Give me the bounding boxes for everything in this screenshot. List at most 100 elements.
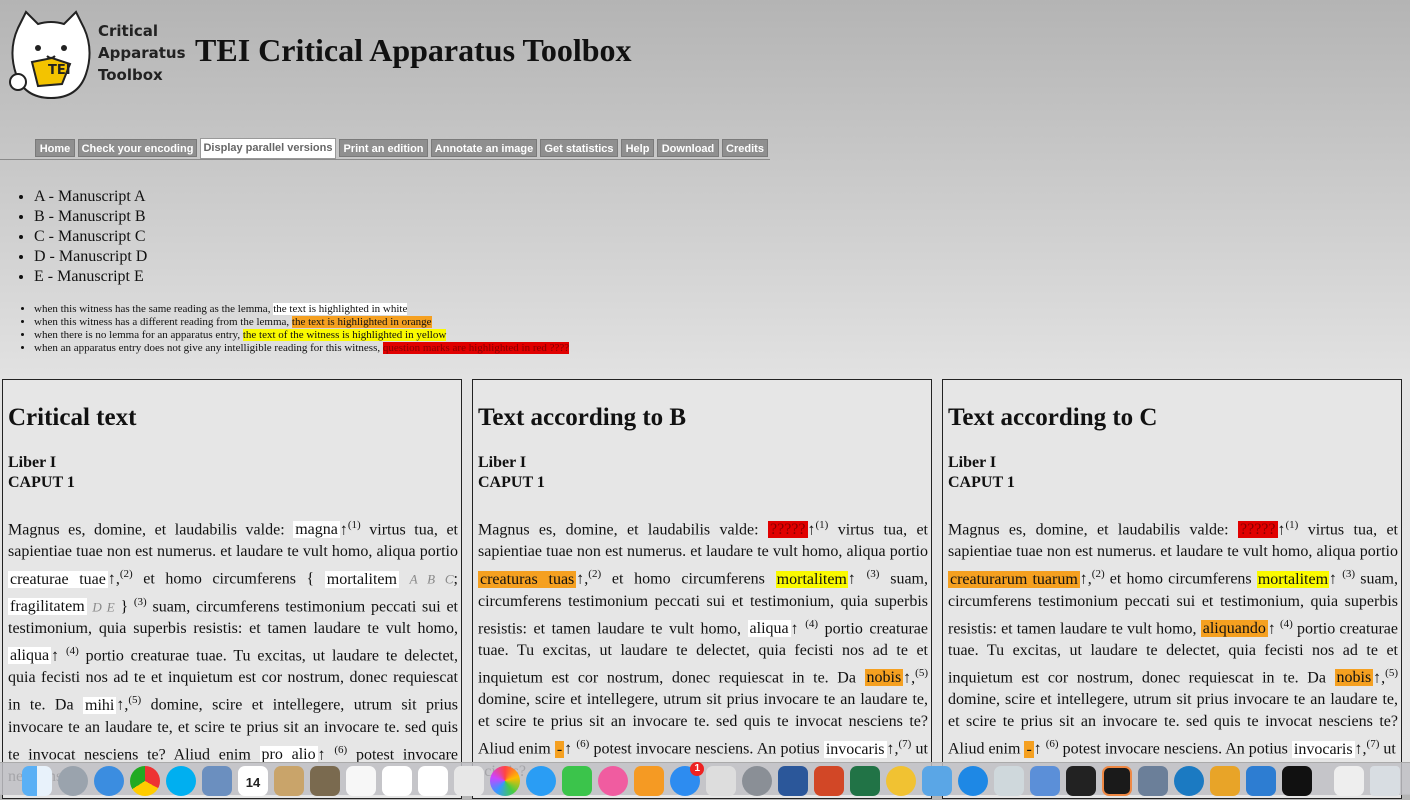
- tei-logo[interactable]: TEI Critical Apparatus Toolbox: [8, 10, 186, 102]
- legend-text: when there is no lemma for an apparatus …: [34, 329, 243, 341]
- tab-get-statistics[interactable]: Get statistics: [540, 139, 618, 157]
- footnote-ref[interactable]: (4): [1280, 618, 1293, 630]
- reading-aliqua[interactable]: aliqua: [747, 619, 791, 637]
- panel-text: Magnus es, domine, et laudabilis valde: …: [478, 514, 928, 783]
- excel-icon[interactable]: [850, 766, 880, 796]
- reading-invocaris[interactable]: invocaris: [823, 740, 887, 758]
- notification-badge: 1: [690, 762, 704, 776]
- footnote-ref[interactable]: (4): [66, 645, 79, 657]
- tab-print-edition[interactable]: Print an edition: [339, 139, 428, 157]
- screenshot-icon[interactable]: [1138, 766, 1168, 796]
- footnote-ref[interactable]: (7): [899, 738, 912, 750]
- reading-mortalitem[interactable]: mortalitem: [1256, 570, 1330, 588]
- system-preferences-icon[interactable]: [742, 766, 772, 796]
- messages-icon[interactable]: [526, 766, 556, 796]
- reading-unknown[interactable]: ?????: [767, 521, 808, 539]
- footnote-ref[interactable]: (1): [816, 519, 829, 531]
- tab-display-parallel-versions[interactable]: Display parallel versions: [200, 138, 336, 159]
- trash-icon[interactable]: [1370, 766, 1400, 796]
- virtualbox-icon[interactable]: [1030, 766, 1060, 796]
- ibooks-icon[interactable]: [634, 766, 664, 796]
- skype-icon[interactable]: [166, 766, 196, 796]
- oxygen-icon[interactable]: [1174, 766, 1204, 796]
- legend-item: when this witness has the same reading a…: [34, 303, 569, 316]
- stickies-icon[interactable]: [418, 766, 448, 796]
- finder-icon[interactable]: [22, 766, 52, 796]
- reading-creaturas-tuas[interactable]: creaturas tuas: [478, 570, 577, 588]
- footnote-ref[interactable]: (2): [588, 568, 601, 580]
- tab-home[interactable]: Home: [35, 139, 75, 157]
- app-store-icon[interactable]: 1: [670, 762, 704, 796]
- reading-creaturarum-tuarum[interactable]: creaturarum tuarum: [948, 570, 1080, 588]
- word-icon[interactable]: [778, 766, 808, 796]
- powerpoint-icon[interactable]: [814, 766, 844, 796]
- textedit-icon[interactable]: [346, 766, 376, 796]
- footnote-ref[interactable]: (3): [867, 568, 880, 580]
- gimp-icon[interactable]: [310, 766, 340, 796]
- calendar-icon[interactable]: 14: [238, 766, 268, 796]
- reading-nobis[interactable]: nobis: [1334, 669, 1374, 687]
- tab-check-encoding[interactable]: Check your encoding: [78, 139, 197, 157]
- footnote-ref[interactable]: (3): [134, 596, 147, 608]
- chrome-icon[interactable]: [130, 766, 160, 796]
- xcode-icon[interactable]: [994, 766, 1024, 796]
- tab-download[interactable]: Download: [657, 139, 719, 157]
- photos-icon[interactable]: [490, 766, 520, 796]
- stickies-icon[interactable]: [454, 766, 484, 796]
- network-icon[interactable]: [958, 766, 988, 796]
- people-icon[interactable]: [922, 766, 952, 796]
- footnote-ref[interactable]: (5): [915, 667, 928, 679]
- footnote-ref[interactable]: (6): [576, 738, 589, 750]
- tab-credits[interactable]: Credits: [722, 139, 768, 157]
- footnote-ref[interactable]: (4): [805, 618, 818, 630]
- intellij-icon[interactable]: [1102, 766, 1132, 796]
- itunes-icon[interactable]: [598, 766, 628, 796]
- reading-creaturae-tuae[interactable]: creaturae tuae: [8, 570, 108, 588]
- legend-item: when an apparatus entry does not give an…: [34, 342, 570, 355]
- chapter-heading: CAPUT 1: [478, 474, 545, 491]
- tools-icon[interactable]: [706, 766, 736, 796]
- reading-pro-alio[interactable]: pro alio: [259, 745, 318, 763]
- footnote-ref[interactable]: (6): [1046, 738, 1059, 750]
- facetime-icon[interactable]: [562, 766, 592, 796]
- book-heading: Liber I: [478, 454, 527, 471]
- footnote-ref[interactable]: (7): [1367, 738, 1380, 750]
- jedit-icon[interactable]: [1210, 766, 1240, 796]
- launchpad-icon[interactable]: [58, 766, 88, 796]
- tab-help[interactable]: Help: [621, 139, 654, 157]
- footnote-ref[interactable]: (6): [334, 744, 347, 756]
- footnote-ref[interactable]: (1): [1286, 519, 1299, 531]
- vscode-icon[interactable]: [1246, 766, 1276, 796]
- reading-mihi[interactable]: mihi: [83, 696, 117, 714]
- reading-omission[interactable]: -: [1024, 740, 1034, 758]
- preview-icon[interactable]: [202, 766, 232, 796]
- reading-magna[interactable]: magna: [293, 521, 340, 539]
- reading-nobis[interactable]: nobis: [864, 669, 904, 687]
- reading-mortalitem[interactable]: mortalitem: [775, 570, 848, 588]
- reading-invocaris[interactable]: invocaris: [1291, 740, 1355, 758]
- reading-unknown[interactable]: ?????: [1237, 521, 1278, 539]
- footnote-ref[interactable]: (1): [348, 519, 361, 531]
- safari-icon[interactable]: [94, 766, 124, 796]
- footnote-ref[interactable]: (5): [128, 694, 141, 706]
- documents-icon[interactable]: [1334, 766, 1364, 796]
- text-segment: potest invocare nesciens. An potius: [1058, 740, 1292, 758]
- book-heading: Liber I: [8, 454, 57, 471]
- reading-mortalitem[interactable]: mortalitem: [324, 570, 399, 588]
- reading-aliquando[interactable]: aliquando: [1200, 619, 1268, 637]
- terminal-icon[interactable]: [1282, 766, 1312, 796]
- reading-fragilitatem[interactable]: fragilitatem: [8, 597, 87, 615]
- footnote-ref[interactable]: (3): [1342, 568, 1355, 580]
- reminders-icon[interactable]: [382, 766, 412, 796]
- outlook-icon[interactable]: [886, 766, 916, 796]
- reading-aliqua[interactable]: aliqua: [8, 647, 52, 665]
- tab-annotate-image[interactable]: Annotate an image: [431, 139, 537, 157]
- panel-text: Magnus es, domine, et laudabilis valde: …: [8, 514, 458, 788]
- reading-omission[interactable]: -: [554, 740, 565, 758]
- docker-icon[interactable]: [1066, 766, 1096, 796]
- panel-witness-b: Text according to B Liber I CAPUT 1 Magn…: [472, 379, 932, 799]
- footnote-ref[interactable]: (2): [120, 568, 133, 580]
- notes-icon[interactable]: [274, 766, 304, 796]
- footnote-ref[interactable]: (2): [1092, 568, 1105, 580]
- footnote-ref[interactable]: (5): [1385, 667, 1398, 679]
